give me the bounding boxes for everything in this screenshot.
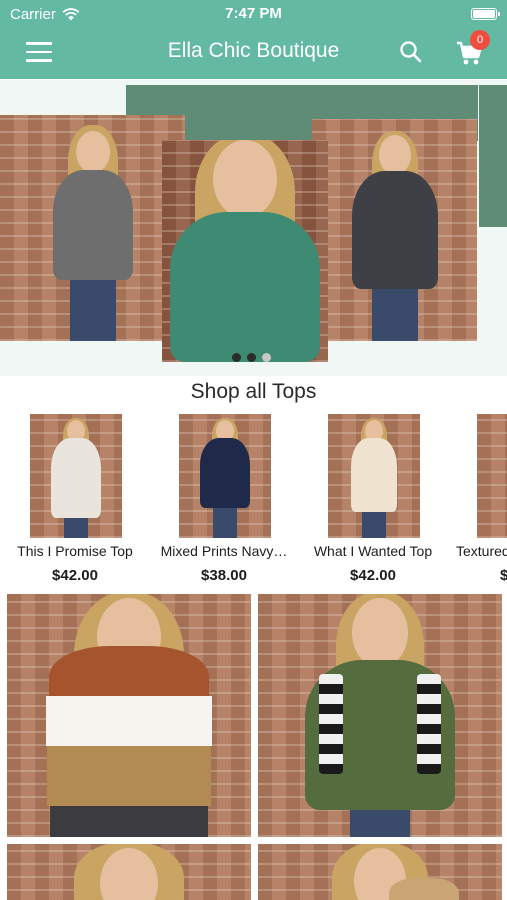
product-tile[interactable] — [7, 844, 251, 900]
product-name: Textured — [456, 543, 507, 559]
section-title: Shop all Tops — [190, 380, 317, 403]
banner-photo — [0, 115, 185, 341]
product-image — [30, 414, 122, 538]
product-image — [328, 414, 420, 538]
product-tile[interactable] — [258, 594, 502, 837]
carousel-dot[interactable] — [232, 353, 241, 362]
carousel-dot[interactable] — [262, 353, 271, 362]
banner-photo — [312, 119, 477, 341]
search-icon[interactable] — [398, 39, 424, 65]
hero-carousel[interactable] — [0, 80, 507, 376]
banner-accent-block — [479, 85, 507, 227]
cart-count-badge: 0 — [470, 30, 490, 50]
product-price: $42.00 — [350, 567, 396, 584]
status-time: 7:47 PM — [225, 5, 282, 22]
product-price: $38.00 — [201, 567, 247, 584]
product-price: $42.00 — [52, 567, 98, 584]
product-tile[interactable] — [258, 844, 502, 900]
nav-bar: Ella Chic Boutique 0 — [0, 28, 507, 79]
top-bar: Carrier 7:47 PM Ella Chic Boutique 0 — [0, 0, 507, 79]
status-bar: Carrier 7:47 PM — [0, 0, 507, 28]
banner-photo-active — [162, 140, 328, 362]
carousel-dot[interactable] — [247, 353, 256, 362]
carousel-indicator — [232, 353, 271, 362]
product-name: This I Promise Top — [17, 543, 133, 559]
product-name: Mixed Prints Navy… — [160, 543, 288, 559]
product-price: $ — [500, 567, 507, 584]
product-name: What I Wanted Top — [313, 543, 433, 559]
app-screen: Carrier 7:47 PM Ella Chic Boutique 0 Sho… — [0, 0, 507, 900]
battery-icon — [471, 8, 500, 20]
product-image — [179, 414, 271, 538]
product-tile[interactable] — [7, 594, 251, 837]
app-title: Ella Chic Boutique — [167, 39, 340, 62]
product-image — [477, 414, 507, 538]
